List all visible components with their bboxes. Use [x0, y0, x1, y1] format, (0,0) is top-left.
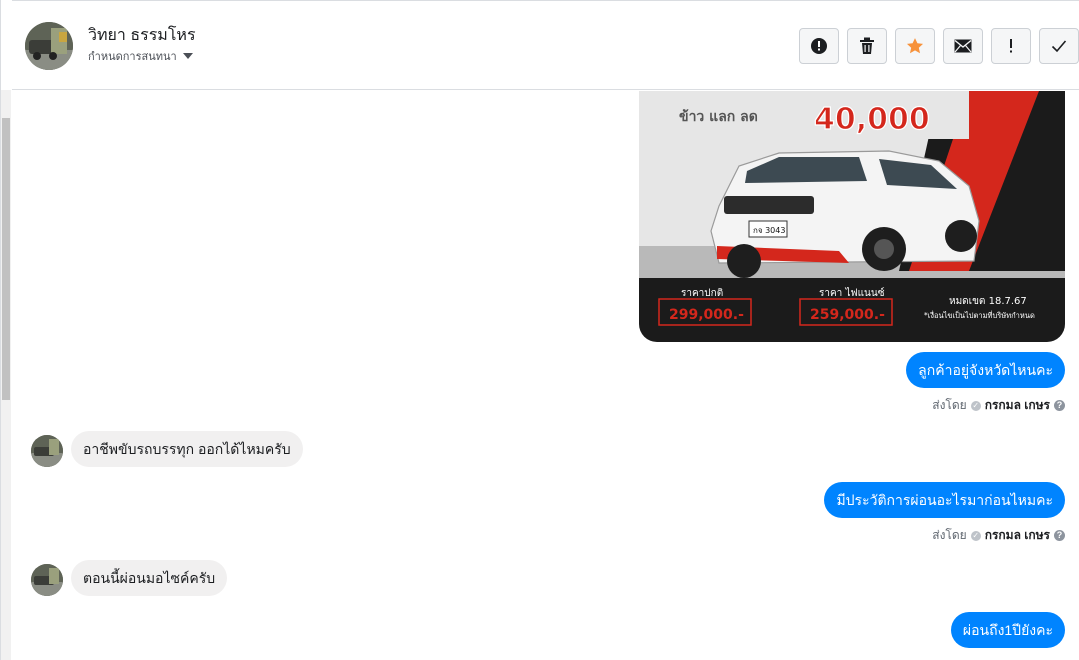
scrollbar-thumb[interactable]: [2, 118, 10, 400]
checkmark-icon: [1051, 40, 1067, 53]
finance-price-label: ราคา ไฟแนนซ์: [819, 287, 885, 299]
contact-name[interactable]: วิทยา ธรรมโหร: [88, 23, 196, 48]
follow-up-button[interactable]: [991, 28, 1031, 64]
message-bubble-outgoing[interactable]: ผ่อนถึง1ปียังคะ: [950, 612, 1065, 648]
message-bubble-incoming[interactable]: อาชีพขับรถบรรทุก ออกได้ไหมครับ: [71, 431, 303, 467]
contact-avatar-small[interactable]: [31, 564, 63, 596]
sent-by-label: ส่งโดย: [932, 528, 967, 542]
ad-headline-price: 40,000: [814, 102, 930, 137]
trash-icon: [860, 37, 874, 54]
suv-illustration: กจ 3043: [710, 150, 980, 278]
normal-price-label: ราคาปกติ: [681, 288, 723, 299]
mark-done-button[interactable]: [1039, 28, 1079, 64]
conversation-panel: วิทยา ธรรมโหร กำหนดการสนทนา 40,000 ข้าว …: [0, 0, 1079, 660]
contact-avatar-small[interactable]: [31, 435, 63, 467]
message-bubble-incoming[interactable]: ตอนนี้ผ่อนมอไซค์ครับ: [71, 560, 228, 596]
promo-expiry: หมดเขต 18.7.67: [949, 296, 1027, 307]
sent-by-label: ส่งโดย: [932, 398, 967, 412]
normal-price: 299,000.-: [669, 307, 744, 323]
help-icon[interactable]: ?: [1054, 400, 1065, 411]
conversation-toolbar: [799, 28, 1079, 64]
message-bubble-outgoing[interactable]: ลูกค้าอยู่จังหวัดไหนคะ: [906, 352, 1065, 388]
caret-down-icon: [182, 53, 193, 59]
help-icon[interactable]: ?: [1054, 530, 1065, 541]
verified-check-icon: ✓: [970, 400, 981, 411]
sent-by-line: ส่งโดย ✓ กรกมล เกษร ?: [932, 396, 1065, 415]
star-icon: [906, 38, 924, 54]
conversation-header: วิทยา ธรรมโหร กำหนดการสนทนา: [12, 0, 1079, 90]
mark-unread-button[interactable]: [943, 28, 983, 64]
license-plate: กจ 3043: [753, 226, 785, 235]
contact-avatar[interactable]: [25, 22, 73, 70]
conversation-settings-label: กำหนดการสนทนา: [88, 51, 177, 63]
conversation-settings-dropdown[interactable]: กำหนดการสนทนา: [88, 47, 193, 65]
scrollbar-track[interactable]: [1, 90, 11, 660]
envelope-icon: [954, 39, 972, 53]
star-button[interactable]: [895, 28, 935, 64]
agent-name[interactable]: กรกมล เกษร: [985, 526, 1050, 545]
message-bubble-outgoing[interactable]: มีประวัติการผ่อนอะไรมาก่อนไหมคะ: [824, 482, 1065, 518]
finance-price: 259,000.-: [810, 307, 885, 323]
message-list: 40,000 ข้าว แลก ลด กจ 3043 ราคาปกติ 299,…: [12, 91, 1079, 660]
agent-name[interactable]: กรกมล เกษร: [985, 396, 1050, 415]
promo-disclaimer: *เงื่อนไขเป็นไปตามที่บริษัทกำหนด: [924, 310, 1035, 320]
sent-by-line: ส่งโดย ✓ กรกมล เกษร ?: [932, 526, 1065, 545]
alert-circle-icon: [811, 38, 827, 54]
exclamation-icon: [1010, 39, 1012, 53]
ad-subtitle: ข้าว แลก ลด: [679, 109, 758, 125]
spam-button[interactable]: [799, 28, 839, 64]
verified-check-icon: ✓: [970, 530, 981, 541]
car-promo-image[interactable]: 40,000 ข้าว แลก ลด กจ 3043 ราคาปกติ 299,…: [639, 91, 1065, 342]
delete-button[interactable]: [847, 28, 887, 64]
